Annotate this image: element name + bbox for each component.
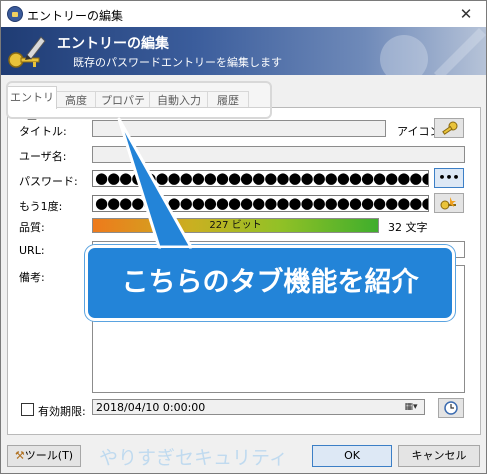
callout-pointer	[117, 117, 193, 252]
edit-entry-dialog: エントリーの編集 ✕ エントリーの編集 既存のパスワードエントリーを編集します …	[0, 0, 487, 474]
